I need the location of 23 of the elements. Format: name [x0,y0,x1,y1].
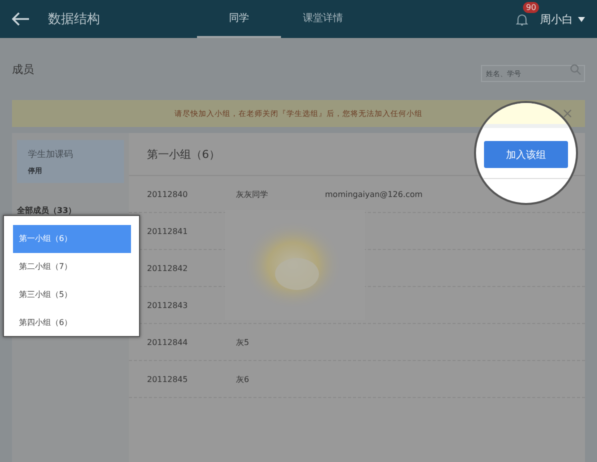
back-arrow-icon[interactable] [12,12,30,26]
student-name: 灰6 [236,374,250,384]
user-menu[interactable]: 周小白 [528,12,585,26]
student-name: 灰灰同学 [236,190,268,198]
nav-tab[interactable]: 同学 [197,0,281,38]
student-id: 20112843 [147,300,189,310]
course-title: 数据结构 [48,11,100,28]
student-id: 20112840 [147,190,189,198]
student-email: momingaiyan@126.com [325,190,423,198]
all-members-link[interactable]: 全部成员（33） [17,205,124,216]
join-code-label: 学生加课码 [28,148,74,161]
notification-badge: 90 [523,2,540,12]
student-name: 灰5 [236,338,250,346]
student-id: 20112842 [147,264,189,272]
student-id: 20112844 [147,338,189,346]
group-title: 第一小组（6） [147,146,220,162]
page-title: 成员 [12,62,34,76]
caret-icon [578,16,585,22]
student-id: 20112841 [147,226,189,236]
bell-icon[interactable] [516,12,528,26]
student-id: 20112845 [147,374,189,384]
join-group-button[interactable]: 加入该组 [484,141,568,168]
nav-tab[interactable]: 课堂详情 [281,0,365,38]
